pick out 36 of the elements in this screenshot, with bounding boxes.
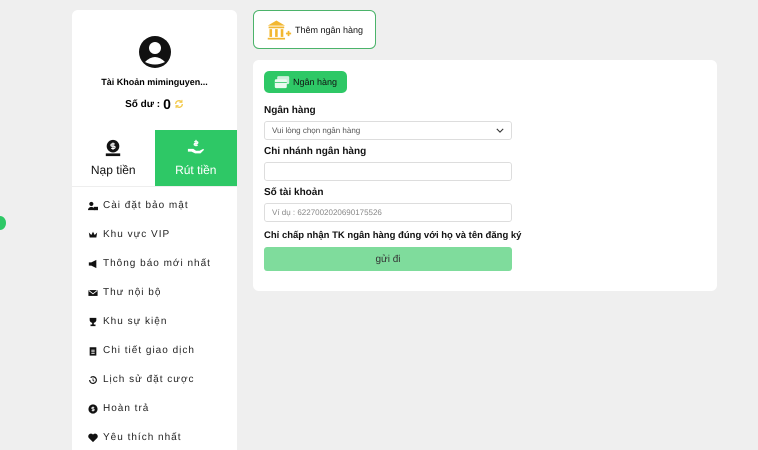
user-lock-icon — [88, 200, 98, 210]
user-avatar-icon — [138, 36, 170, 68]
input-field[interactable] — [264, 162, 512, 181]
menu-item[interactable]: Cài đặt bảo mật — [88, 191, 237, 220]
history-icon — [88, 374, 98, 384]
balance-label: Số dư : — [125, 98, 160, 110]
trophy-icon — [88, 316, 98, 326]
megaphone-icon — [88, 258, 98, 268]
menu-item[interactable]: Chi tiết giao dịch — [88, 336, 237, 365]
bank-plus-icon — [266, 18, 292, 40]
bank-tab[interactable]: Ngân hàng — [264, 71, 348, 93]
clipboard-icon — [88, 346, 98, 356]
menu-item[interactable]: Khu sự kiện — [88, 307, 237, 336]
menu-item[interactable]: Lịch sử đặt cược — [88, 365, 237, 394]
chevron-down-icon — [496, 128, 504, 133]
field-label: Ngân hàng — [264, 105, 317, 116]
menu-item[interactable]: Khu vực VIP — [88, 220, 237, 249]
field-label: Chi nhánh ngân hàng — [264, 146, 368, 157]
coin-tray-icon — [104, 139, 122, 157]
cards-icon — [274, 76, 290, 88]
account-name: Tài Khoản miminguyen... — [101, 77, 208, 87]
menu-item[interactable]: Thư nội bộ — [88, 278, 237, 307]
field-label: Số tài khoản — [264, 187, 324, 198]
add-bank-button[interactable]: Thêm ngân hàng — [253, 10, 376, 49]
input-field[interactable]: Ví dụ : 6227002020690175526 — [264, 203, 512, 222]
menu-item[interactable]: Hoàn trả — [88, 394, 237, 423]
refresh-icon[interactable] — [174, 99, 184, 109]
menu-item[interactable]: Yêu thích nhất — [88, 423, 237, 450]
dollar-coin-icon — [88, 404, 98, 414]
crown-icon — [88, 230, 98, 240]
bank-select[interactable]: Vui lòng chọn ngân hàng — [264, 121, 512, 140]
envelope-icon — [88, 288, 98, 298]
notice-text: Chỉ chấp nhận TK ngân hàng đúng với họ và tên đăng ký — [264, 230, 522, 241]
menu-item[interactable]: Thông báo mới nhất — [88, 249, 237, 278]
heart-icon — [88, 432, 98, 442]
balance-value: 0 — [163, 96, 171, 112]
